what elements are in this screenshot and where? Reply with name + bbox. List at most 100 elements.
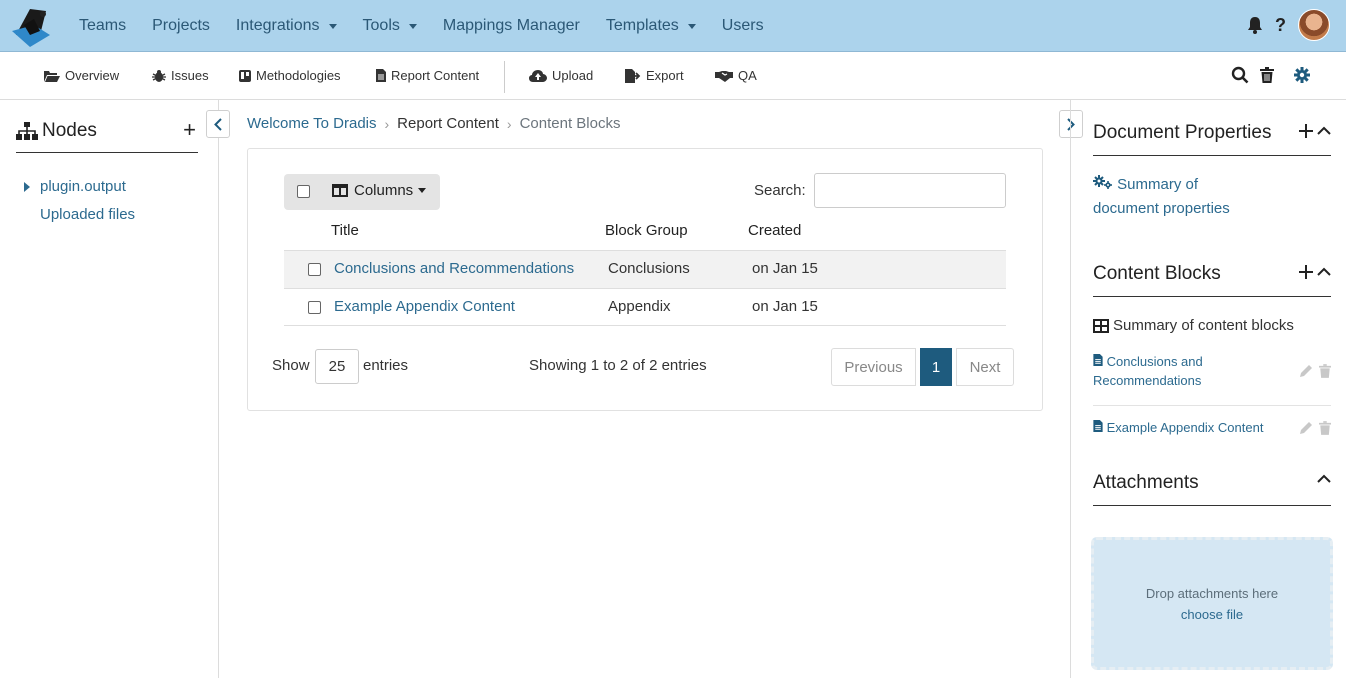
node-plugin-output[interactable]: plugin.output [24, 178, 126, 195]
help-button[interactable]: ? [1275, 15, 1286, 36]
content-block-title-link[interactable]: Example Appendix Content [334, 298, 515, 315]
file-export-icon [625, 68, 641, 83]
breadcrumb-report-content[interactable]: Report Content [397, 115, 499, 132]
caret-down-icon [408, 23, 417, 29]
file-text-icon [1093, 354, 1103, 366]
upload-link[interactable]: Upload [529, 68, 593, 83]
file-text-icon [1093, 420, 1103, 432]
pencil-icon[interactable] [1299, 364, 1313, 378]
trash-icon[interactable] [1319, 364, 1331, 378]
content-block-link[interactable]: Conclusions and Recommendations [1093, 352, 1253, 390]
overview-link[interactable]: Overview [44, 68, 119, 83]
previous-page-button[interactable]: Previous [831, 348, 916, 386]
caret-down-icon [328, 23, 337, 29]
table-icon [1093, 319, 1109, 333]
content-block-link[interactable]: Example Appendix Content [1093, 418, 1331, 437]
breadcrumb-home[interactable]: Welcome To Dradis [247, 115, 377, 132]
chevron-up-icon[interactable] [1317, 474, 1331, 484]
table-toolbar: Columns [284, 174, 440, 210]
content-blocks-title: Content Blocks [1093, 263, 1221, 284]
column-header-title[interactable]: Title [331, 222, 359, 239]
document-properties-title: Document Properties [1093, 122, 1272, 143]
content-block-item: Conclusions and Recommendations [1093, 352, 1331, 406]
attachments-dropzone[interactable]: Drop attachments here choose file [1091, 537, 1333, 670]
plus-icon[interactable] [1299, 124, 1313, 138]
block-group-cell: Appendix [608, 298, 671, 315]
table-search-input[interactable] [814, 173, 1006, 208]
plus-icon[interactable] [1299, 265, 1313, 279]
created-cell: on Jan 15 [752, 260, 818, 277]
column-header-created[interactable]: Created [748, 222, 801, 239]
attachments-header: Attachments [1093, 472, 1331, 506]
content-block-title-link[interactable]: Conclusions and Recommendations [334, 260, 574, 277]
report-sidebar: Document Properties Summary of document … [1070, 100, 1346, 678]
methodologies-link[interactable]: Methodologies [239, 68, 341, 83]
cogs-icon [1093, 175, 1112, 189]
file-text-icon [376, 69, 386, 82]
chevron-right-icon: › [384, 115, 390, 132]
table-info: Showing 1 to 2 of 2 entries [529, 357, 707, 374]
table-row: Example Appendix Content Appendix on Jan… [284, 288, 1006, 326]
main-menu: Teams Projects Integrations Tools Mappings M… [66, 0, 777, 52]
entries-label: entries [363, 357, 409, 374]
document-properties-summary-link[interactable]: Summary of document properties [1093, 173, 1263, 221]
collapse-left-sidebar-button[interactable] [206, 110, 230, 138]
breadcrumb-current: Content Blocks [519, 115, 621, 132]
folder-open-icon [44, 70, 60, 82]
breadcrumb: Welcome To Dradis › Report Content › Con… [247, 115, 620, 132]
show-label: Show [272, 357, 310, 374]
search-icon[interactable] [1231, 66, 1249, 84]
choose-file-link[interactable]: choose file [1094, 604, 1330, 625]
content-blocks-card: Columns Search: Title Block Group Create… [247, 148, 1043, 411]
chevron-up-icon[interactable] [1317, 267, 1331, 277]
nav-templates[interactable]: Templates [606, 17, 696, 35]
row-checkbox[interactable] [308, 301, 321, 314]
pencil-icon[interactable] [1299, 421, 1313, 435]
attachments-title: Attachments [1093, 472, 1199, 493]
pagination: Previous 1 Next [831, 348, 1014, 386]
columns-dropdown-button[interactable]: Columns [332, 182, 427, 199]
table-row: Conclusions and Recommendations Conclusi… [284, 250, 1006, 288]
nav-integrations[interactable]: Integrations [236, 17, 337, 35]
export-link[interactable]: Export [625, 68, 684, 83]
issues-link[interactable]: Issues [152, 68, 209, 83]
add-node-button[interactable]: + [183, 119, 196, 141]
chevron-left-icon [214, 117, 222, 131]
handshake-icon [715, 70, 733, 82]
bug-icon [152, 69, 166, 82]
trash-icon[interactable] [1319, 421, 1331, 435]
table-bottom-border [284, 325, 1006, 326]
nav-users[interactable]: Users [722, 17, 764, 35]
column-header-block-group[interactable]: Block Group [605, 222, 688, 239]
top-navbar: Teams Projects Integrations Tools Mappings M… [0, 0, 1346, 52]
columns-icon [332, 184, 348, 197]
nav-projects[interactable]: Projects [152, 17, 210, 35]
node-uploaded-files[interactable]: Uploaded files [40, 206, 135, 223]
nav-teams[interactable]: Teams [79, 17, 126, 35]
bell-icon[interactable] [1247, 16, 1263, 34]
nav-tools[interactable]: Tools [363, 17, 417, 35]
expand-caret-icon[interactable] [24, 181, 30, 192]
page-1-button[interactable]: 1 [920, 348, 952, 386]
row-checkbox[interactable] [308, 263, 321, 276]
page-length-select[interactable]: 25 [315, 349, 359, 384]
dradis-logo[interactable] [10, 5, 52, 49]
report-content-link[interactable]: Report Content [376, 68, 479, 83]
content-blocks-summary-link[interactable]: Summary of content blocks [1093, 314, 1294, 338]
document-properties-header: Document Properties [1093, 122, 1331, 156]
content-block-item: Example Appendix Content [1093, 418, 1331, 442]
select-all-checkbox[interactable] [297, 185, 310, 198]
content-blocks-header: Content Blocks [1093, 263, 1331, 297]
trash-icon[interactable] [1260, 67, 1274, 83]
user-avatar[interactable] [1298, 9, 1330, 41]
created-cell: on Jan 15 [752, 298, 818, 315]
nodes-sidebar: Nodes + plugin.output Uploaded files [0, 100, 219, 678]
nodes-title: Nodes [42, 120, 97, 141]
next-page-button[interactable]: Next [956, 348, 1014, 386]
nav-mappings-manager[interactable]: Mappings Manager [443, 17, 580, 35]
chevron-up-icon[interactable] [1317, 126, 1331, 136]
search-label: Search: [754, 182, 806, 199]
caret-down-icon [687, 23, 696, 29]
gear-icon[interactable] [1294, 67, 1310, 83]
qa-link[interactable]: QA [715, 68, 757, 83]
